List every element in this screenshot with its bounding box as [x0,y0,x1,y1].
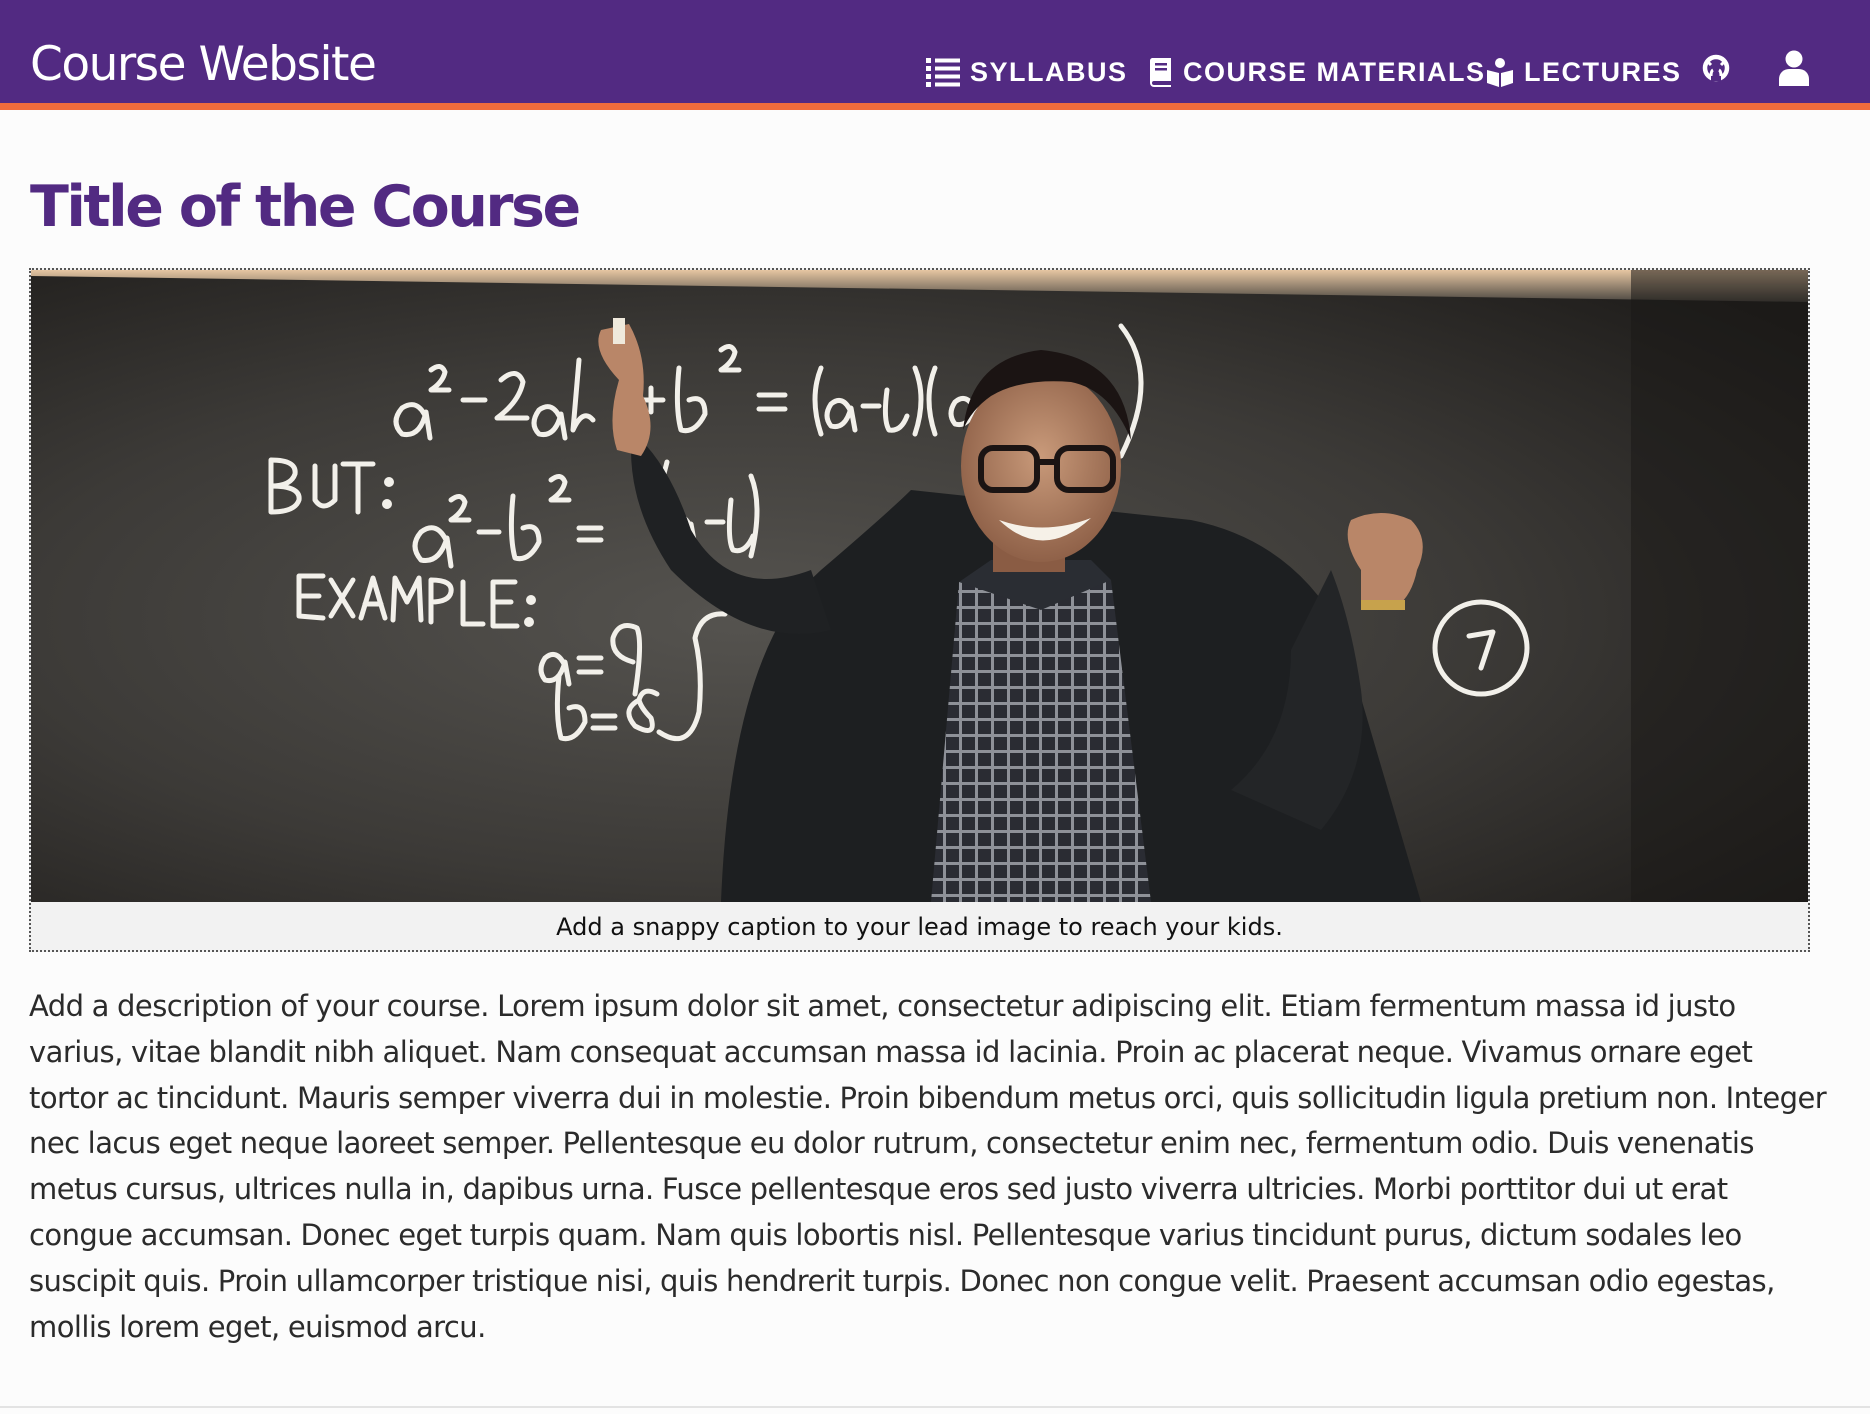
nav-lectures-label: LECTURES [1524,56,1682,87]
site-brand-link[interactable]: Course Website [30,36,377,94]
nav-lectures[interactable]: LECTURES [1486,52,1682,92]
lead-image-caption: Add a snappy caption to your lead image … [556,913,1283,941]
lead-image-photo [31,270,1808,902]
nav-syllabus[interactable]: SYLLABUS [926,52,1128,92]
course-description: Add a description of your course. Lorem … [29,989,1827,1344]
user-icon [1778,50,1810,91]
github-icon [1702,54,1730,87]
book-icon [1149,57,1173,87]
user-profile-link[interactable] [1776,48,1812,92]
nav-syllabus-label: SYLLABUS [970,56,1128,87]
footer-divider [0,1406,1870,1408]
list-icon [926,57,960,87]
page-title: Title of the Course [30,174,581,240]
reader-icon [1486,57,1514,87]
top-navbar: Course Website SYLLABUS COURSE MATERIALS… [0,0,1870,110]
nav-course-materials-label: COURSE MATERIALS [1183,56,1486,87]
lead-image-figure: Add a snappy caption to your lead image … [29,268,1810,952]
github-link[interactable] [1700,48,1732,92]
nav-course-materials[interactable]: COURSE MATERIALS [1149,52,1486,92]
